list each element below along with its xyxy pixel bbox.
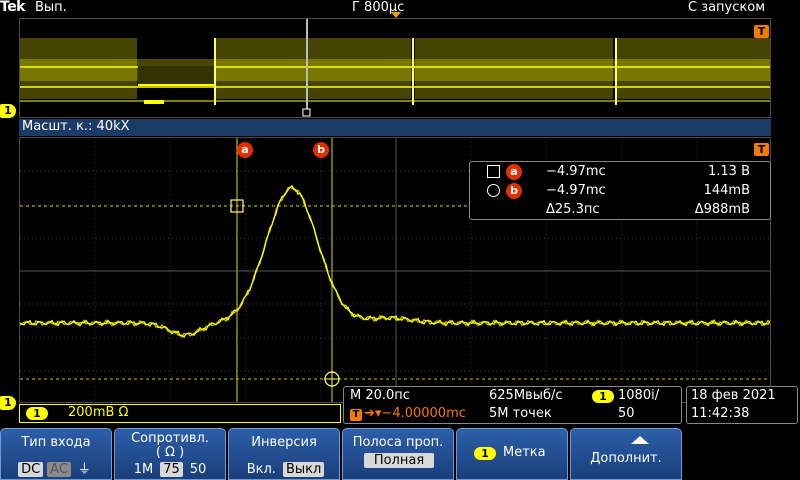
horizontal-scale: M 20.0пс (350, 388, 410, 403)
cursor-a-badge: a (506, 164, 522, 180)
trigger-format-line2: 50 (618, 406, 635, 421)
horizontal-position-value: −4.00000mc (381, 406, 466, 421)
option-1m[interactable]: 1M (131, 462, 157, 477)
cursor-delta-time: Δ25.3пс (546, 202, 600, 217)
cursor-a-row: a −4.97mc 1.13 В (470, 163, 770, 182)
cursor-a-label[interactable]: a (237, 142, 253, 158)
trigger-format-line1: 1080i/ (618, 388, 660, 403)
channel-1-scale: 200mВ Ω (68, 405, 129, 420)
square-cursor-icon (487, 165, 500, 178)
impedance-label: Сопротивл. (131, 431, 209, 446)
overview-waveform (20, 19, 770, 117)
date-time: 18 фев 2021 11:42:38 (686, 386, 798, 424)
cursor-b-time: −4.97mc (546, 183, 606, 198)
circle-cursor-icon (487, 184, 500, 197)
cursor-b-label[interactable]: b (313, 142, 329, 158)
overview-gap-region (138, 66, 215, 86)
overview-dense-band (20, 59, 770, 81)
sample-rate: 625Mвыб/с (489, 388, 563, 403)
option-50[interactable]: 50 (187, 462, 210, 477)
more-label: Дополнит. (590, 451, 662, 466)
trigger-main-marker: T (754, 143, 769, 156)
cursor-a-time: −4.97mc (546, 164, 606, 179)
bandwidth-label: Полоса проп. (352, 435, 444, 450)
label-channel-badge: 1 (474, 447, 496, 460)
cursor-a-value: 1.13 В (708, 164, 750, 179)
horizontal-position: T ➔▾−4.00000mc (350, 406, 466, 421)
option-on[interactable]: Вкл. (244, 462, 279, 477)
input-type-label: Тип входа (21, 435, 91, 450)
bandwidth-value: Полная (364, 453, 434, 468)
horizontal-status[interactable]: M 20.0пс T ➔▾−4.00000mc 625Mвыб/с 5M точе… (343, 386, 682, 424)
overview-gap-marker (144, 100, 164, 104)
record-length: 5M точек (489, 406, 552, 421)
impedance-button[interactable]: Сопротивл. ( Ω ) 1M 75 50 (114, 428, 226, 480)
cursor-delta-value: Δ988mВ (694, 202, 750, 217)
option-off[interactable]: Выкл (282, 462, 325, 477)
acquisition-state: Вып. (35, 0, 67, 15)
overview-zoom-box (302, 108, 311, 117)
option-ac[interactable]: AC (47, 462, 71, 477)
cursor-b-badge: b (506, 183, 522, 199)
option-75[interactable]: 75 (160, 462, 183, 477)
channel-1-overview-marker[interactable]: 1 (0, 104, 16, 118)
channel-1-ground-marker[interactable]: 1 (0, 396, 16, 410)
label-button[interactable]: 1 Метка (456, 428, 568, 480)
overview-record-window[interactable] (19, 18, 771, 118)
trigger-delay-icon: T (350, 409, 362, 421)
zoom-factor-bar: Масшт. к.: 40kX (19, 119, 771, 136)
zoom-factor-label: Масшт. к.: 40kX (22, 119, 130, 134)
bandwidth-button[interactable]: Полоса проп. Полная (342, 428, 454, 480)
invert-button[interactable]: Инверсия Вкл. Выкл (228, 428, 340, 480)
channel-1-badge: 1 (26, 407, 48, 420)
top-status-bar: Tek Вып. Г 800μс С запуском (0, 0, 800, 18)
ground-icon[interactable]: ⏚ (75, 458, 94, 477)
trigger-source-badge: 1 (592, 390, 614, 403)
invert-label: Инверсия (251, 435, 317, 450)
time: 11:42:38 (691, 406, 750, 421)
label-text: Метка (503, 445, 546, 460)
date: 18 фев 2021 (691, 388, 776, 403)
channel-1-status[interactable]: 1 200mВ Ω (19, 404, 341, 423)
option-dc[interactable]: DC (18, 462, 44, 477)
up-arrow-icon (631, 436, 649, 444)
trigger-delay-arrows: ➔▾ (364, 406, 382, 421)
cursor-delta-row: Δ25.3пс Δ988mВ (470, 201, 770, 220)
cursor-b-value: 144mВ (703, 183, 750, 198)
trigger-overview-marker: T (754, 25, 769, 38)
cursor-b-row: b −4.97mc 144mВ (470, 182, 770, 201)
trigger-mode: С запуском (687, 0, 765, 15)
input-type-button[interactable]: Тип входа DC AC ⏚ (0, 428, 112, 480)
softkey-menu: Тип входа DC AC ⏚ Сопротивл. ( Ω ) 1M 75 50 … (0, 426, 800, 480)
more-button[interactable]: Дополнит. (570, 428, 682, 480)
cursor-readout: a −4.97mc 1.13 В b −4.97mc 144mВ Δ25.3пс… (469, 161, 771, 220)
brand-logo: Tek (0, 0, 26, 15)
impedance-unit: ( Ω ) (155, 445, 185, 460)
